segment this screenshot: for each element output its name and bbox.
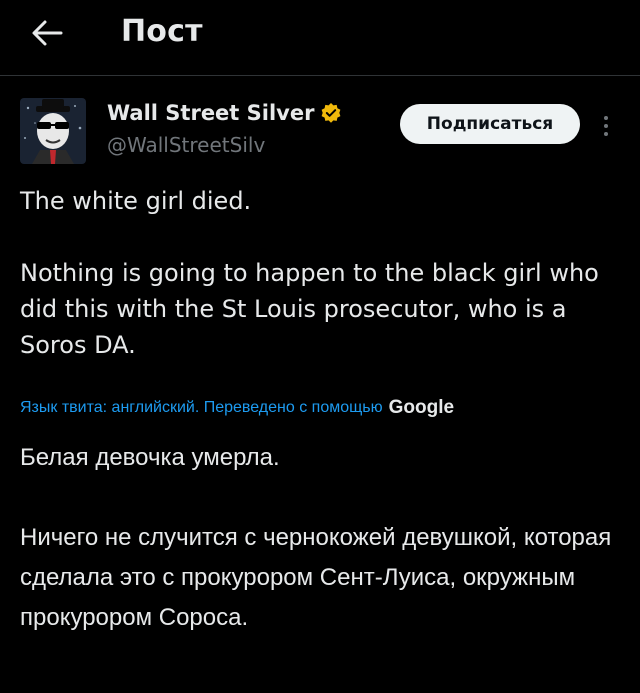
- subscribe-button[interactable]: Подписаться: [400, 104, 580, 144]
- author-handle[interactable]: @WallStreetSilv: [107, 133, 265, 157]
- author-name[interactable]: Wall Street Silver: [107, 101, 314, 125]
- top-bar: Пост: [0, 0, 640, 76]
- tweet-text: The white girl died. Nothing is going to…: [20, 187, 599, 359]
- avatar-image: [20, 98, 86, 164]
- translation-attribution: Язык твита: английский. Переведено с пом…: [20, 393, 620, 423]
- translated-text: Белая девочка умерла. Ничего не случится…: [20, 444, 612, 631]
- author-name-row: Wall Street Silver: [107, 99, 342, 127]
- verified-badge-icon: [322, 103, 341, 123]
- google-logo: Google: [388, 397, 455, 418]
- avatar[interactable]: [20, 98, 86, 164]
- translation-note[interactable]: Язык твита: английский. Переведено с пом…: [20, 399, 383, 417]
- arrow-left-icon: [32, 20, 63, 46]
- back-button[interactable]: [30, 18, 64, 48]
- page-title: Пост: [121, 14, 203, 49]
- more-options-button[interactable]: [600, 114, 612, 138]
- more-vertical-icon: [604, 116, 608, 136]
